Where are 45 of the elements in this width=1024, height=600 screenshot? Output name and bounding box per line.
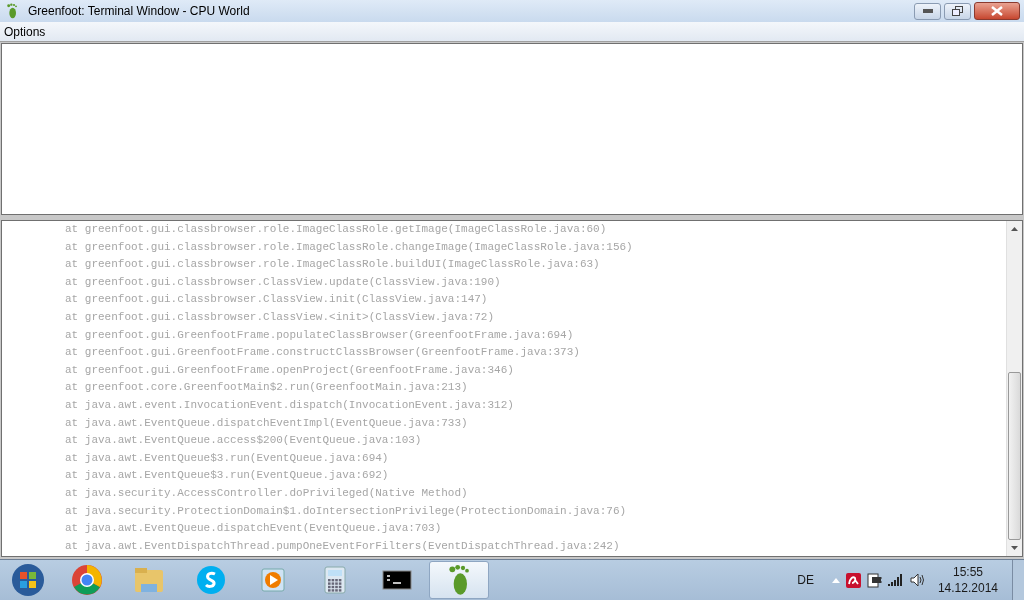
close-button[interactable]	[974, 2, 1020, 20]
log-line: at greenfoot.gui.classbrowser.ClassView.update(ClassView.java:190)	[65, 274, 502, 290]
log-line: at greenfoot.gui.classbrowser.role.ImageClassRole.getImage(ImageClassRole.java:60)	[65, 222, 608, 237]
restore-button[interactable]	[944, 2, 971, 20]
log-line: at java.awt.EventQueue$3.run(EventQueue.java:694)	[65, 450, 390, 466]
browser-icon	[71, 564, 103, 596]
log-line: at java.awt.EventQueue$3.run(EventQueue.java:692)	[65, 468, 390, 484]
antivirus-icon[interactable]	[845, 572, 861, 588]
clock[interactable]: 15:55 14.12.2014	[937, 564, 998, 596]
down-arrow-icon	[1011, 546, 1018, 550]
scrollbar[interactable]	[1006, 221, 1022, 556]
clock-date: 14.12.2014	[937, 580, 998, 596]
window-title: Greenfoot: Terminal Window - CPU World	[28, 3, 250, 20]
minimize-button[interactable]	[914, 2, 941, 20]
log-line: at greenfoot.gui.classbrowser.ClassView.init(ClassView.java:147)	[65, 292, 489, 308]
log-line: at java.awt.EventDispatchThread.pumpOneEventForFilters(EventDispatchThread.java:242)	[65, 538, 621, 554]
chat-icon	[195, 564, 227, 596]
log-line: at java.awt.EventQueue.dispatchEvent(EventQueue.java:703)	[65, 521, 443, 537]
log-line: at java.security.ProtectionDomain$1.doIntersectionPrivilege(ProtectionDomain.java:76)	[65, 503, 628, 519]
signal-bars-icon[interactable]	[887, 574, 904, 586]
clock-time: 15:55	[952, 564, 983, 580]
power-plug-icon[interactable]	[866, 572, 882, 588]
language-indicator[interactable]: DE	[797, 571, 814, 589]
log-line: at greenfoot.gui.classbrowser.role.ImageClassRole.changeImage(ImageClassRole.java:156)	[65, 239, 634, 255]
menu-item[interactable]: Options	[0, 22, 50, 41]
up-arrow-icon	[1011, 227, 1018, 231]
log-line: at java.awt.EventQueue.dispatchEventImpl(EventQueue.java:733)	[65, 415, 469, 431]
show-hidden-icons-icon[interactable]	[831, 577, 840, 583]
log-line: at java.awt.EventQueue.access$200(EventQueue.java:103)	[65, 433, 423, 449]
restore-icon	[952, 6, 963, 16]
log-line: at greenfoot.gui.GreenfootFrame.constructClassBrowser(GreenfootFrame.java:373)	[65, 345, 581, 361]
log-line: at greenfoot.gui.GreenfootFrame.openProject(GreenfootFrame.java:346)	[65, 362, 515, 378]
show-desktop-button[interactable]	[1012, 560, 1024, 600]
minimize-icon	[922, 9, 933, 13]
scrollbar-thumb[interactable]	[1008, 372, 1021, 540]
start-orb-icon	[11, 563, 45, 597]
log-line: at greenfoot.gui.GreenfootFrame.populateClassBrowser(GreenfootFrame.java:694)	[65, 327, 575, 343]
log-line: at greenfoot.gui.classbrowser.role.ImageClassRole.buildUI(ImageClassRole.java:63)	[65, 257, 601, 273]
log-line: at java.awt.event.InvocationEvent.dispatch(InvocationEvent.java:312)	[65, 397, 515, 413]
footprint-icon	[4, 3, 20, 19]
close-icon	[991, 6, 1003, 16]
speaker-icon[interactable]	[909, 573, 926, 587]
log-line: at greenfoot.gui.classbrowser.ClassView.<init>(ClassView.java:72)	[65, 309, 496, 325]
log-line: at greenfoot.core.GreenfootMain$2.run(GreenfootMain.java:213)	[65, 380, 469, 396]
log-line: at java.security.AccessController.doPrivileged(Native Method)	[65, 485, 469, 501]
